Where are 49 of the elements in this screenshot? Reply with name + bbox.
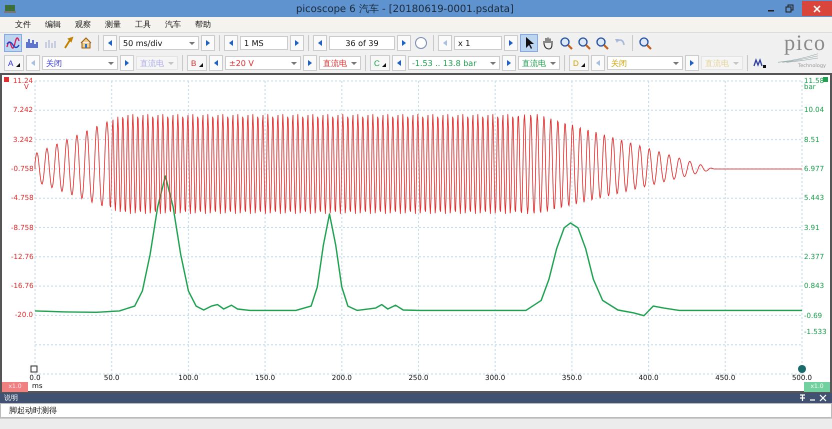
zoom-icon[interactable]: [576, 35, 592, 51]
next-button[interactable]: [502, 55, 516, 71]
axis-handle-icon[interactable]: [4, 77, 9, 82]
axis-handle-icon[interactable]: [823, 77, 828, 82]
next-button[interactable]: [397, 35, 411, 51]
range-dropdown[interactable]: ±20 V: [225, 56, 301, 70]
next-button[interactable]: [685, 55, 699, 71]
menu-item[interactable]: 测量: [98, 19, 128, 30]
menu-item[interactable]: 工具: [128, 19, 158, 30]
samples-dropdown[interactable]: 1 MS: [240, 36, 288, 50]
next-button[interactable]: [504, 35, 518, 51]
ruler-handle-icon[interactable]: [798, 365, 806, 373]
pointer-icon[interactable]: [520, 34, 538, 52]
menu-item[interactable]: 观察: [68, 19, 98, 30]
coupling-dropdown[interactable]: 直流电: [319, 56, 361, 70]
zoom-icon[interactable]: [594, 35, 610, 51]
restore-icon[interactable]: [784, 4, 794, 14]
previous-button[interactable]: [209, 55, 223, 71]
channel-button[interactable]: A: [4, 55, 24, 71]
timebase-dropdown[interactable]: 50 ms/div: [119, 36, 199, 50]
close-icon[interactable]: [813, 4, 821, 12]
range-dropdown[interactable]: 关闭: [42, 56, 118, 70]
waveform-icon[interactable]: [4, 34, 22, 52]
zoom-icon[interactable]: [637, 35, 653, 51]
menu-item[interactable]: 编辑: [38, 19, 68, 30]
previous-button[interactable]: [392, 55, 406, 71]
close-button[interactable]: [802, 1, 832, 16]
trigger-marker-icon[interactable]: [30, 366, 38, 372]
previous-button[interactable]: [313, 35, 327, 51]
panel-controls-icon[interactable]: [798, 394, 828, 402]
logo-wordmark: pico: [784, 33, 826, 53]
notes-field[interactable]: 脚起动时测得: [0, 403, 832, 418]
next-button[interactable]: [290, 35, 304, 51]
menu-item[interactable]: 汽车: [158, 19, 188, 30]
coupling-dropdown[interactable]: 直流电: [518, 56, 560, 70]
previous-button[interactable]: [103, 35, 117, 51]
menu-item[interactable]: 文件: [8, 19, 38, 30]
window-title: picoscope 6 汽车 - [20180619-0001.psdata]: [296, 2, 514, 16]
next-button[interactable]: [120, 55, 134, 71]
menu-item[interactable]: 帮助: [188, 19, 218, 30]
app-icon: [4, 4, 16, 14]
home-icon[interactable]: [78, 35, 94, 51]
channel-button[interactable]: B: [187, 55, 207, 71]
buffer-field[interactable]: 36 of 39: [329, 36, 395, 50]
next-button[interactable]: [201, 35, 215, 51]
next-button[interactable]: [303, 55, 317, 71]
zoom-field[interactable]: x 1: [454, 36, 502, 50]
zoom-icon[interactable]: [558, 35, 574, 51]
previous-button[interactable]: [224, 35, 238, 51]
